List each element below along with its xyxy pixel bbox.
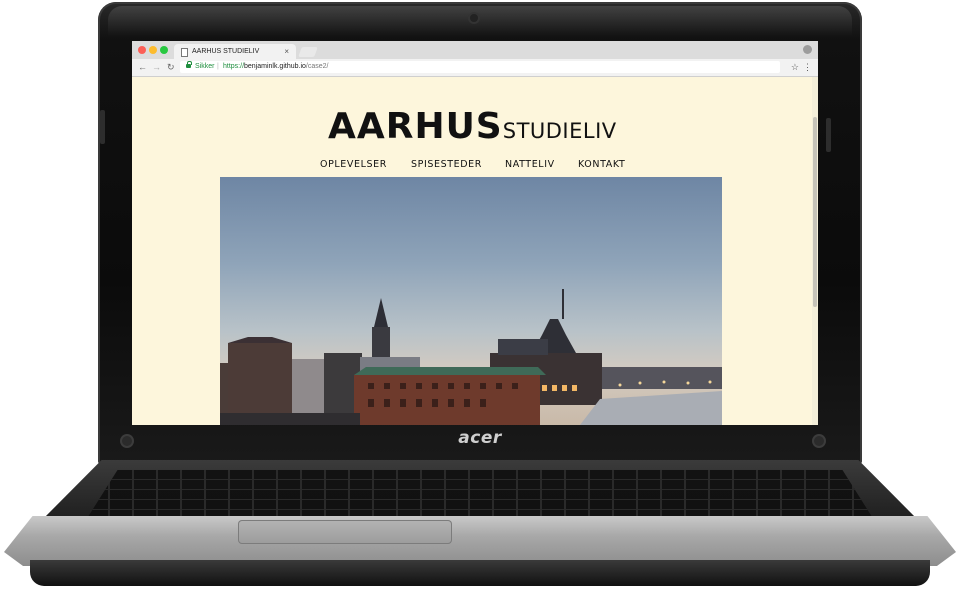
laptop-mockup: acer AARHUS STUDIELIV × ← → ↻ Sikker | h… [0, 0, 960, 591]
street [220, 413, 360, 425]
url-host: benjaminlk.github.io [244, 63, 306, 70]
roof-block [498, 339, 548, 355]
building-2 [228, 343, 292, 425]
browser-tab[interactable]: AARHUS STUDIELIV × [174, 44, 296, 59]
reload-icon[interactable]: ↻ [167, 61, 175, 73]
green-roof [354, 367, 546, 375]
logo-aarhus: AARHUS [328, 106, 503, 147]
browser-window: AARHUS STUDIELIV × ← → ↻ Sikker | https:… [132, 41, 818, 425]
maximize-window-icon[interactable] [160, 46, 168, 54]
forward-arrow-icon[interactable]: → [152, 61, 161, 73]
hinge-right [814, 436, 824, 446]
hero-photo [220, 177, 722, 425]
touchpad [238, 520, 452, 544]
scrollbar-thumb[interactable] [813, 117, 817, 307]
menu-icon[interactable]: ⋮ [803, 61, 812, 73]
tower-antenna [562, 289, 564, 319]
side-bezel-right [826, 118, 831, 152]
close-window-icon[interactable] [138, 46, 146, 54]
tab-title: AARHUS STUDIELIV [192, 48, 260, 55]
tab-close-icon[interactable]: × [284, 44, 289, 59]
profile-icon[interactable] [803, 45, 812, 54]
url-path: /case2/ [305, 63, 329, 70]
laptop-bottom-edge [30, 560, 930, 586]
logo-studieliv: STUDIELIV [502, 119, 617, 143]
building-2-roof [228, 337, 292, 343]
star-icon[interactable]: ☆ [791, 61, 799, 73]
side-bezel-left [100, 110, 105, 144]
tab-strip: AARHUS STUDIELIV × [132, 41, 818, 59]
url-scheme: https:// [223, 63, 245, 70]
main-nav: OPLEVELSER SPISESTEDER NATTELIV KONTAKT [132, 159, 818, 173]
url-text: https://benjaminlk.github.io/case2/ [223, 61, 328, 73]
church-tower [372, 327, 390, 359]
lock-icon [186, 61, 192, 68]
brick-building [354, 375, 540, 425]
palmrest [4, 516, 956, 566]
page-scrollbar[interactable] [812, 77, 818, 425]
minimize-window-icon[interactable] [149, 46, 157, 54]
lid-shine [108, 6, 852, 36]
nav-item-kontakt[interactable]: KONTAKT [578, 159, 625, 170]
secure-label: Sikker [195, 63, 215, 70]
brand-logo: acer [458, 428, 502, 448]
web-page: AARHUSSTUDIELIV OPLEVELSER SPISESTEDER N… [132, 77, 818, 425]
webcam-icon [470, 14, 478, 22]
new-tab-button[interactable] [298, 47, 318, 57]
nav-item-oplevelser[interactable]: OPLEVELSER [320, 159, 387, 170]
site-logo[interactable]: AARHUSSTUDIELIV [328, 109, 617, 145]
nav-item-spisesteder[interactable]: SPISESTEDER [411, 159, 482, 170]
nav-item-natteliv[interactable]: NATTELIV [505, 159, 555, 170]
hinge-left [122, 436, 132, 446]
city-skyline-illustration [220, 289, 722, 425]
back-arrow-icon[interactable]: ← [138, 61, 147, 73]
church-spire [374, 298, 388, 327]
address-separator: | [217, 63, 219, 70]
address-bar[interactable]: Sikker | https://benjaminlk.github.io/ca… [180, 61, 780, 73]
keyboard-rows [86, 470, 874, 520]
document-icon [181, 48, 188, 57]
browser-toolbar: ← → ↻ Sikker | https://benjaminlk.github… [132, 59, 818, 77]
